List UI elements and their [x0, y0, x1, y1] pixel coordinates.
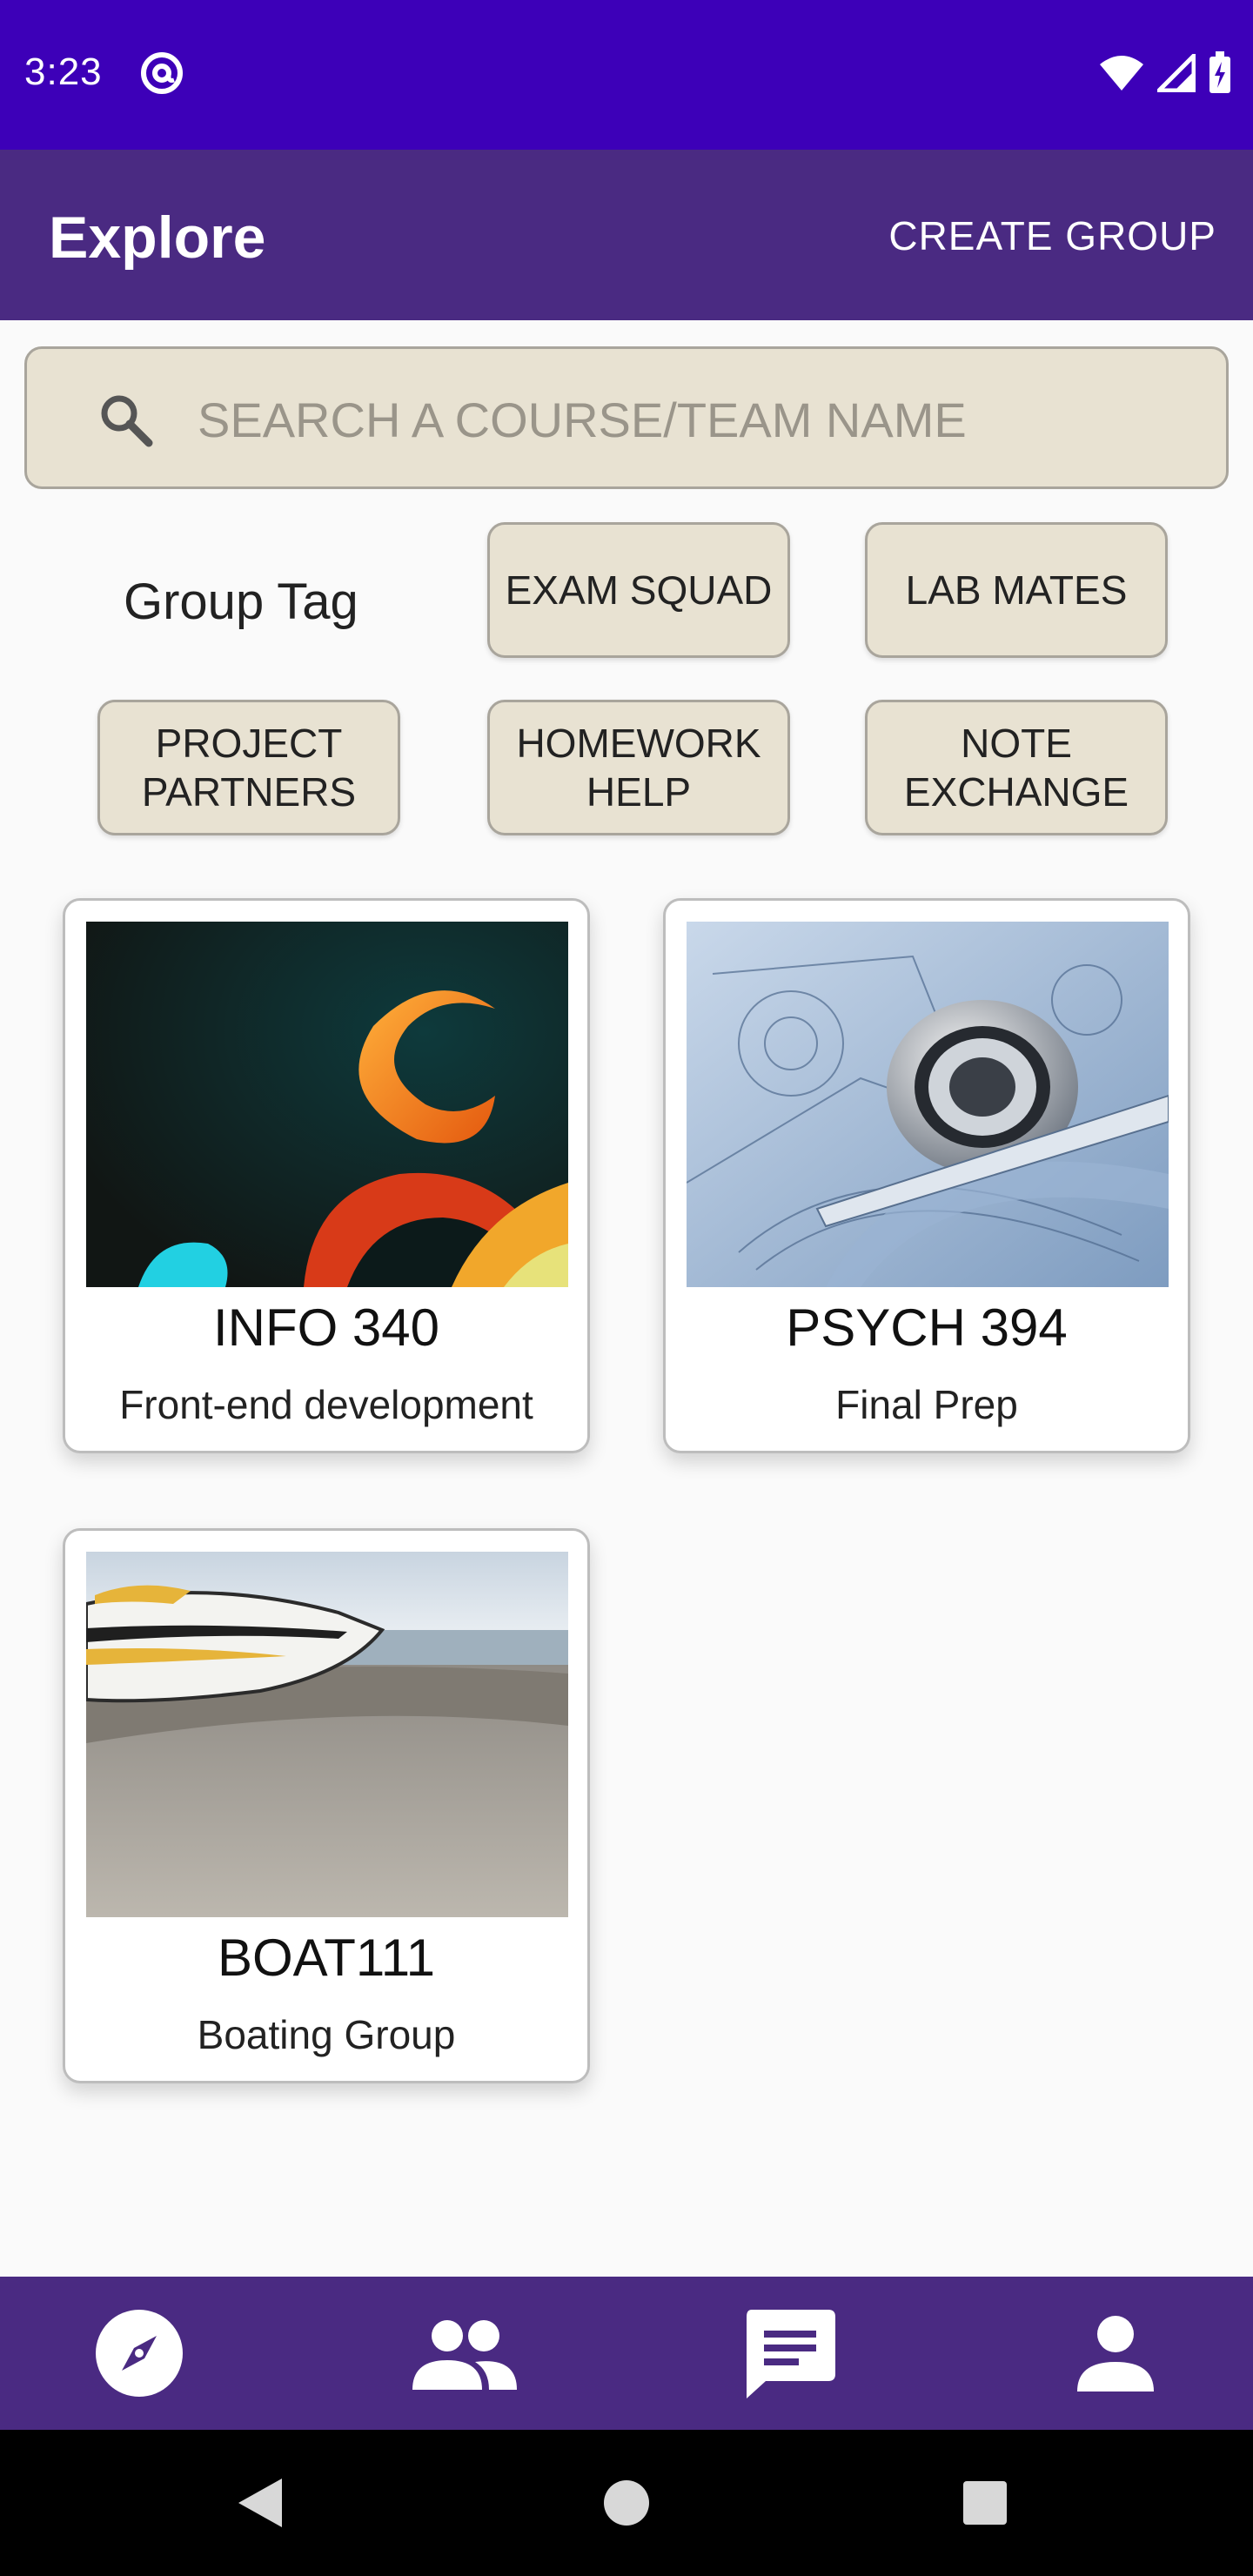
tag-homework-help-button[interactable]: HOMEWORK HELP [487, 700, 790, 835]
group-description: Boating Group [197, 2012, 456, 2057]
group-card[interactable]: INFO 340 Front-end development [63, 898, 590, 1453]
bottom-navigation [0, 2277, 1253, 2430]
tag-project-partners-button[interactable]: PROJECT PARTNERS [97, 700, 400, 835]
nav-chat-tab[interactable] [738, 2306, 842, 2404]
group-tag-label: Group Tag [124, 574, 358, 630]
system-navigation-bar [0, 2430, 1253, 2576]
page-title: Explore [49, 205, 266, 271]
app-bar: Explore CREATE GROUP [0, 150, 1253, 320]
battery-charging-icon [1208, 50, 1232, 99]
boat-on-beach-image [86, 1552, 568, 1917]
group-description: Front-end development [119, 1382, 533, 1427]
recent-apps-icon[interactable] [952, 2470, 1018, 2536]
search-input[interactable] [198, 382, 1198, 457]
group-course-title: INFO 340 [212, 1298, 440, 1357]
group-course-title: BOAT111 [217, 1929, 436, 1987]
search-icon [93, 387, 159, 453]
group-card[interactable]: BOAT111 Boating Group [63, 1528, 590, 2083]
nav-profile-tab[interactable] [1063, 2306, 1168, 2404]
group-description: Final Prep [835, 1382, 1018, 1427]
group-card[interactable]: PSYCH 394 Final Prep [663, 898, 1190, 1453]
tag-note-exchange-button[interactable]: NOTE EXCHANGE [865, 700, 1168, 835]
nav-groups-tab[interactable] [412, 2306, 517, 2404]
tag-exam-squad-button[interactable]: EXAM SQUAD [487, 522, 790, 658]
profile-icon [1077, 2315, 1154, 2396]
signal-icon [1153, 50, 1196, 97]
search-bar[interactable] [24, 346, 1229, 489]
tag-lab-mates-button[interactable]: LAB MATES [865, 522, 1168, 658]
nav-explore-tab[interactable] [87, 2306, 191, 2404]
create-group-button[interactable]: CREATE GROUP [888, 212, 1216, 259]
abstract-orange-swirl-image [86, 922, 568, 1287]
status-icons [1098, 50, 1232, 99]
at-sign-notification-icon [139, 50, 184, 96]
explore-compass-icon [94, 2308, 184, 2403]
back-icon[interactable] [226, 2470, 292, 2536]
group-course-title: PSYCH 394 [786, 1298, 1068, 1357]
status-time: 3:23 [24, 50, 103, 93]
engineering-bearing-image [687, 922, 1169, 1287]
status-bar: 3:23 [0, 0, 1253, 150]
chat-icon [743, 2306, 837, 2405]
groups-icon [412, 2317, 517, 2394]
home-icon[interactable] [593, 2470, 660, 2536]
wifi-icon [1098, 54, 1145, 97]
